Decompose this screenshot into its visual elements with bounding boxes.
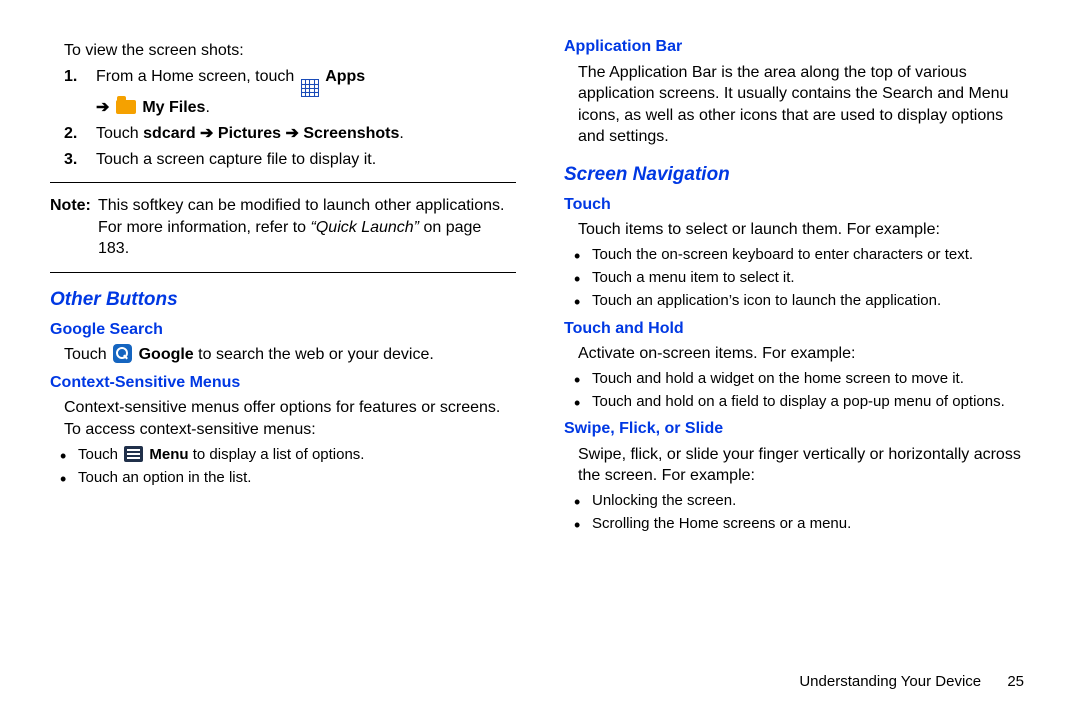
- step2-pre: Touch: [96, 125, 143, 142]
- apps-label: Apps: [325, 68, 365, 85]
- intro-text: To view the screen shots:: [64, 40, 516, 62]
- divider: [50, 182, 516, 183]
- list-item: Touch a menu item to select it.: [570, 268, 1030, 288]
- divider: [50, 272, 516, 273]
- note-label: Note:: [50, 195, 98, 260]
- arrow-icon: ➔: [96, 99, 109, 116]
- page-footer: Understanding Your Device 25: [799, 672, 1024, 692]
- search-icon: [113, 344, 132, 363]
- heading-other-buttons: Other Buttons: [50, 287, 516, 313]
- heading-google-search: Google Search: [50, 319, 516, 341]
- folder-icon: [116, 100, 136, 114]
- google-label: Google: [139, 346, 194, 363]
- list-item: Scrolling the Home screens or a menu.: [570, 514, 1030, 534]
- heading-swipe: Swipe, Flick, or Slide: [564, 418, 1030, 440]
- menu-icon: [124, 446, 143, 462]
- list-item: Touch and hold a widget on the home scre…: [570, 369, 1030, 389]
- hold-intro: Activate on-screen items. For example:: [578, 343, 1030, 365]
- swipe-list: Unlocking the screen. Scrolling the Home…: [564, 491, 1030, 535]
- list-item: Touch an option in the list.: [56, 468, 516, 488]
- menu-label: Menu: [149, 446, 188, 463]
- myfiles-label: My Files: [142, 99, 205, 116]
- google-post: to search the web or your device.: [194, 346, 434, 363]
- heading-touch: Touch: [564, 194, 1030, 216]
- hold-list: Touch and hold a widget on the home scre…: [564, 369, 1030, 413]
- note-ref: “Quick Launch”: [311, 219, 420, 236]
- ctx1-pre: Touch: [78, 446, 122, 463]
- heading-touch-hold: Touch and Hold: [564, 318, 1030, 340]
- step2-path: sdcard ➔ Pictures ➔ Screenshots: [143, 125, 399, 142]
- footer-section: Understanding Your Device: [799, 673, 981, 690]
- note-block: Note: This softkey can be modified to la…: [50, 195, 516, 260]
- list-item: Touch an application’s icon to launch th…: [570, 291, 1030, 311]
- step-number: 2.: [64, 123, 96, 145]
- right-column: Application Bar The Application Bar is t…: [564, 36, 1030, 541]
- step2-dot: .: [399, 125, 403, 142]
- touch-intro: Touch items to select or launch them. Fo…: [578, 219, 1030, 241]
- heading-context-menus: Context-Sensitive Menus: [50, 372, 516, 394]
- step-3: Touch a screen capture file to display i…: [96, 149, 516, 171]
- swipe-intro: Swipe, flick, or slide your finger verti…: [578, 444, 1030, 487]
- page-number: 25: [1007, 673, 1024, 690]
- touch-list: Touch the on-screen keyboard to enter ch…: [564, 245, 1030, 312]
- context-intro: Context-sensitive menus offer options fo…: [64, 397, 516, 440]
- ctx1-post: to display a list of options.: [189, 446, 365, 463]
- google-text: Touch Google to search the web or your d…: [64, 344, 516, 366]
- note-text: This softkey can be modified to launch o…: [98, 195, 516, 260]
- context-list: Touch Menu to display a list of options.…: [50, 445, 516, 489]
- step-number: 3.: [64, 149, 96, 171]
- heading-screen-navigation: Screen Navigation: [564, 162, 1030, 188]
- apps-icon: [301, 79, 319, 97]
- step-1: From a Home screen, touch Apps ➔ My File…: [96, 66, 516, 119]
- step-2: Touch sdcard ➔ Pictures ➔ Screenshots.: [96, 123, 516, 145]
- list-item: Touch and hold on a field to display a p…: [570, 392, 1030, 412]
- list-item: Touch Menu to display a list of options.: [56, 445, 516, 465]
- step1-pre: From a Home screen, touch: [96, 68, 299, 85]
- appbar-text: The Application Bar is the area along th…: [578, 62, 1030, 148]
- steps-list: 1. From a Home screen, touch Apps ➔ My F…: [50, 66, 516, 171]
- step-number: 1.: [64, 66, 96, 119]
- heading-application-bar: Application Bar: [564, 36, 1030, 58]
- list-item: Touch the on-screen keyboard to enter ch…: [570, 245, 1030, 265]
- step1-dot: .: [205, 99, 209, 116]
- list-item: Unlocking the screen.: [570, 491, 1030, 511]
- left-column: To view the screen shots: 1. From a Home…: [50, 36, 516, 541]
- google-pre: Touch: [64, 346, 111, 363]
